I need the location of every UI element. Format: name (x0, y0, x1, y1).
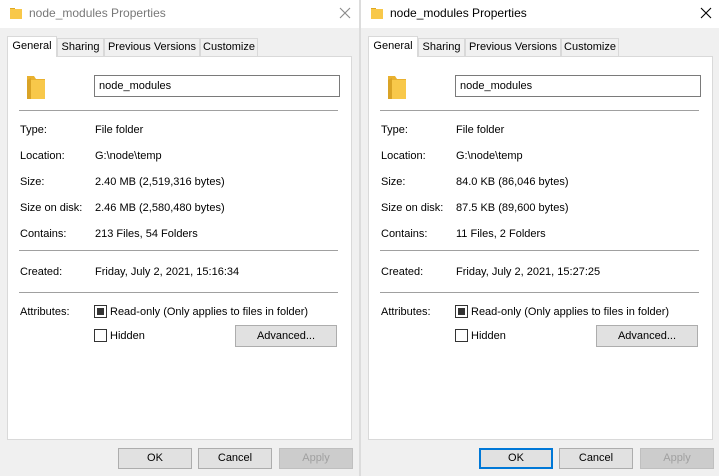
tab-sharing[interactable]: Sharing (418, 38, 465, 56)
hidden-checkbox-label[interactable]: Hidden (110, 330, 145, 342)
hidden-checkbox[interactable] (455, 329, 468, 342)
type-label: Type: (20, 124, 47, 136)
tab-customize[interactable]: Customize (561, 38, 619, 56)
close-icon[interactable] (337, 5, 353, 21)
advanced-button[interactable]: Advanced... (596, 325, 698, 347)
window-title: node_modules Properties (390, 6, 527, 20)
tab-customize[interactable]: Customize (200, 38, 258, 56)
readonly-checkbox[interactable] (94, 305, 107, 318)
folder-icon (10, 8, 22, 19)
created-value: Friday, July 2, 2021, 15:27:25 (456, 266, 601, 278)
size-value: 2.40 MB (2,519,316 bytes) (95, 176, 225, 188)
size-on-disk-value: 2.46 MB (2,580,480 bytes) (95, 202, 225, 214)
created-label: Created: (381, 266, 424, 278)
created-label: Created: (20, 266, 63, 278)
location-value: G:\node\temp (95, 150, 162, 162)
separator (19, 250, 338, 251)
size-on-disk-label: Size on disk: (20, 202, 83, 214)
separator (380, 110, 699, 111)
created-value: Friday, July 2, 2021, 15:16:34 (95, 266, 240, 278)
location-label: Location: (20, 150, 65, 162)
separator (380, 250, 699, 251)
tab-general[interactable]: General (368, 36, 418, 57)
readonly-checkbox-label[interactable]: Read-only (Only applies to files in fold… (471, 306, 669, 318)
location-label: Location: (381, 150, 426, 162)
tab-sharing[interactable]: Sharing (57, 38, 104, 56)
type-value: File folder (456, 124, 505, 136)
cancel-button[interactable]: Cancel (559, 448, 633, 469)
size-on-disk-value: 87.5 KB (89,600 bytes) (456, 202, 569, 214)
size-value: 84.0 KB (86,046 bytes) (456, 176, 569, 188)
apply-button[interactable]: Apply (279, 448, 353, 469)
contains-label: Contains: (381, 228, 428, 240)
separator (19, 292, 338, 293)
attributes-label: Attributes: (381, 306, 431, 318)
cancel-button[interactable]: Cancel (198, 448, 272, 469)
properties-dialog-left: node_modules Properties General Sharing … (0, 0, 360, 476)
type-label: Type: (381, 124, 408, 136)
size-label: Size: (20, 176, 45, 188)
tab-previous-versions[interactable]: Previous Versions (465, 38, 561, 56)
location-value: G:\node\temp (456, 150, 523, 162)
close-icon[interactable] (698, 5, 714, 21)
advanced-button[interactable]: Advanced... (235, 325, 337, 347)
folder-icon (371, 8, 383, 19)
ok-button[interactable]: OK (479, 448, 553, 469)
general-panel: Type: File folder Location: G:\node\temp… (7, 56, 352, 440)
tab-previous-versions[interactable]: Previous Versions (104, 38, 200, 56)
window-title: node_modules Properties (29, 6, 166, 20)
separator (380, 292, 699, 293)
tab-general[interactable]: General (7, 36, 57, 57)
size-label: Size: (381, 176, 406, 188)
readonly-checkbox[interactable] (455, 305, 468, 318)
hidden-checkbox[interactable] (94, 329, 107, 342)
contains-label: Contains: (20, 228, 67, 240)
folder-icon (27, 76, 45, 99)
apply-button[interactable]: Apply (640, 448, 714, 469)
size-on-disk-label: Size on disk: (381, 202, 444, 214)
folder-name-input[interactable] (455, 75, 701, 97)
hidden-checkbox-label[interactable]: Hidden (471, 330, 506, 342)
folder-name-input[interactable] (94, 75, 340, 97)
type-value: File folder (95, 124, 144, 136)
readonly-checkbox-label[interactable]: Read-only (Only applies to files in fold… (110, 306, 308, 318)
title-bar[interactable]: node_modules Properties (0, 0, 360, 28)
properties-dialog-right: node_modules Properties General Sharing … (361, 0, 719, 476)
ok-button[interactable]: OK (118, 448, 192, 469)
title-bar[interactable]: node_modules Properties (361, 0, 719, 28)
folder-icon (388, 76, 406, 99)
contains-value: 11 Files, 2 Folders (456, 228, 546, 240)
separator (19, 110, 338, 111)
contains-value: 213 Files, 54 Folders (95, 228, 198, 240)
attributes-label: Attributes: (20, 306, 70, 318)
general-panel: Type: File folder Location: G:\node\temp… (368, 56, 713, 440)
